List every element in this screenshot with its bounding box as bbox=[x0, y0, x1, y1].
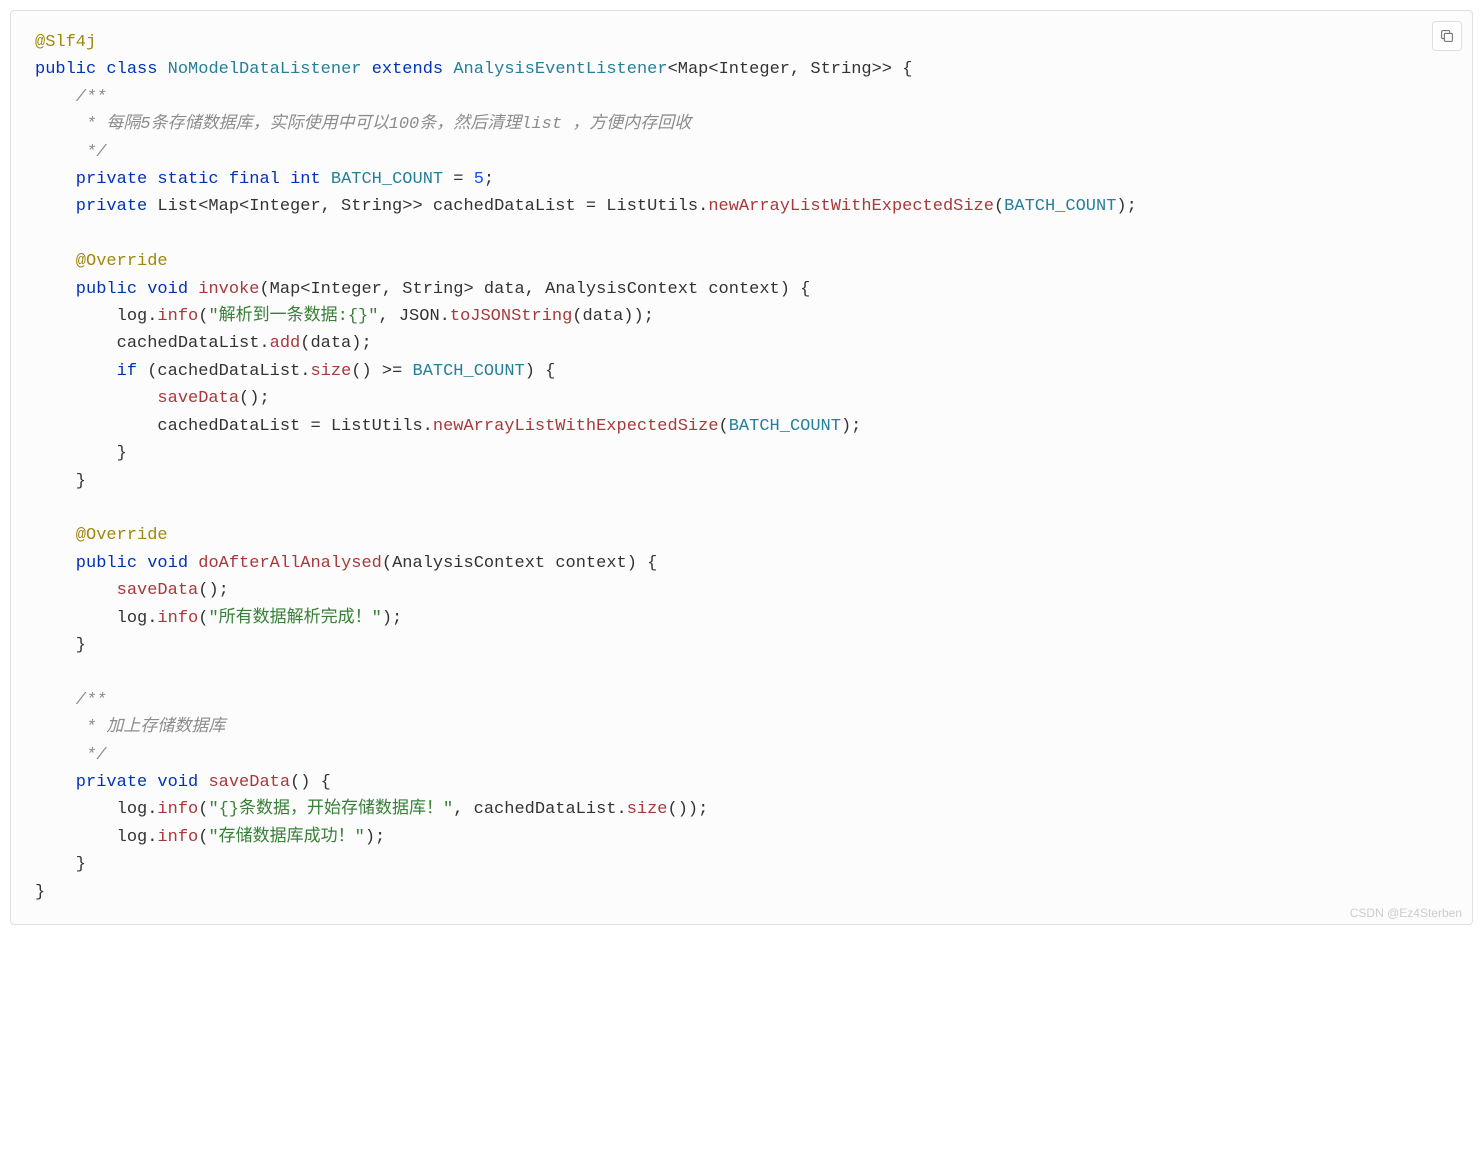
watermark: CSDN @Ez4Sterben bbox=[1350, 906, 1462, 920]
code-token: BATCH_COUNT bbox=[413, 362, 525, 381]
code-token: } bbox=[35, 636, 86, 655]
code-token: saveData bbox=[117, 581, 199, 600]
code-token: saveData bbox=[208, 773, 290, 792]
code-token: public bbox=[35, 280, 137, 299]
code-token: ( bbox=[198, 828, 208, 847]
code-token: (cachedDataList. bbox=[137, 362, 310, 381]
code-token: , JSON. bbox=[378, 307, 449, 326]
code-token: */ bbox=[35, 143, 106, 162]
code-token: ( bbox=[198, 307, 208, 326]
code-token: log. bbox=[35, 307, 157, 326]
code-token: @Override bbox=[35, 252, 168, 271]
code-token: "所有数据解析完成！" bbox=[208, 609, 381, 628]
code-token: size bbox=[627, 800, 668, 819]
code-token: if bbox=[117, 362, 137, 381]
copy-button[interactable] bbox=[1432, 21, 1462, 51]
code-token: BATCH_COUNT bbox=[331, 170, 443, 189]
code-token: (); bbox=[198, 581, 229, 600]
code-token: } bbox=[35, 444, 127, 463]
code-token: (AnalysisContext context) { bbox=[382, 554, 657, 573]
code-token: } bbox=[35, 472, 86, 491]
code-token: BATCH_COUNT bbox=[1004, 197, 1116, 216]
code-token: void bbox=[147, 554, 188, 573]
code-token: private bbox=[35, 170, 147, 189]
code-token: * 每隔5条存储数据库，实际使用中可以100条，然后清理list ，方便内存回收 bbox=[35, 115, 691, 134]
code-token: AnalysisEventListener bbox=[453, 60, 667, 79]
code-token: void bbox=[157, 773, 198, 792]
code-token: */ bbox=[35, 746, 106, 765]
code-token: newArrayListWithExpectedSize bbox=[708, 197, 994, 216]
code-token: cachedDataList = ListUtils. bbox=[35, 417, 433, 436]
code-token: = bbox=[443, 170, 474, 189]
code-token: @Override bbox=[35, 526, 168, 545]
code-token: log. bbox=[35, 609, 157, 628]
code-token: <Map<Integer, String>> { bbox=[668, 60, 913, 79]
code-token: ( bbox=[994, 197, 1004, 216]
code-token: ()); bbox=[668, 800, 709, 819]
code-token: (data)); bbox=[572, 307, 654, 326]
code-token: private bbox=[35, 197, 147, 216]
code-token: /** bbox=[35, 691, 106, 710]
code-token: info bbox=[157, 307, 198, 326]
code-token: newArrayListWithExpectedSize bbox=[433, 417, 719, 436]
code-token bbox=[35, 389, 157, 408]
code-token: * 加上存储数据库 bbox=[35, 718, 225, 737]
code-token: toJSONString bbox=[450, 307, 572, 326]
code-token: ; bbox=[484, 170, 494, 189]
code-token: } bbox=[35, 855, 86, 874]
code-token: (); bbox=[239, 389, 270, 408]
code-token: size bbox=[310, 362, 351, 381]
code-token: void bbox=[147, 280, 188, 299]
code-token: , cachedDataList. bbox=[453, 800, 626, 819]
code-token: info bbox=[157, 609, 198, 628]
code-token: "存储数据库成功！" bbox=[208, 828, 364, 847]
code-content: @Slf4j public class NoModelDataListener … bbox=[35, 29, 1448, 906]
code-token: info bbox=[157, 800, 198, 819]
code-token: class bbox=[106, 60, 157, 79]
code-token: info bbox=[157, 828, 198, 847]
code-token: saveData bbox=[157, 389, 239, 408]
code-token: BATCH_COUNT bbox=[729, 417, 841, 436]
code-token: 5 bbox=[474, 170, 484, 189]
code-token: ); bbox=[841, 417, 861, 436]
code-token: add bbox=[270, 334, 301, 353]
code-token: invoke bbox=[198, 280, 259, 299]
code-token: "{}条数据，开始存储数据库！" bbox=[208, 800, 453, 819]
code-token: doAfterAllAnalysed bbox=[198, 554, 382, 573]
code-token: NoModelDataListener bbox=[168, 60, 362, 79]
code-token: ); bbox=[382, 609, 402, 628]
code-token: } bbox=[35, 883, 45, 902]
code-token: log. bbox=[35, 828, 157, 847]
code-token: extends bbox=[372, 60, 443, 79]
code-token: (Map<Integer, String> data, AnalysisCont… bbox=[259, 280, 810, 299]
code-token: (data); bbox=[300, 334, 371, 353]
code-token bbox=[35, 581, 117, 600]
code-token: log. bbox=[35, 800, 157, 819]
copy-icon bbox=[1439, 28, 1455, 44]
code-token: "解析到一条数据:{}" bbox=[208, 307, 378, 326]
code-token: ( bbox=[198, 800, 208, 819]
code-token: ) { bbox=[525, 362, 556, 381]
code-token: public bbox=[35, 554, 137, 573]
code-token: List<Map<Integer, String>> cachedDataLis… bbox=[147, 197, 708, 216]
code-block: @Slf4j public class NoModelDataListener … bbox=[10, 10, 1473, 925]
code-token: @Slf4j bbox=[35, 33, 96, 52]
code-token: ); bbox=[365, 828, 385, 847]
code-token: cachedDataList. bbox=[35, 334, 270, 353]
code-token: private bbox=[35, 773, 147, 792]
code-token: static bbox=[157, 170, 218, 189]
code-token: /** bbox=[35, 88, 106, 107]
code-token: ); bbox=[1116, 197, 1136, 216]
code-token: ( bbox=[198, 609, 208, 628]
code-token: () >= bbox=[351, 362, 412, 381]
code-token: ( bbox=[719, 417, 729, 436]
code-token: final bbox=[229, 170, 280, 189]
code-token: int bbox=[290, 170, 321, 189]
code-token: () { bbox=[290, 773, 331, 792]
code-token: public bbox=[35, 60, 96, 79]
code-token bbox=[35, 362, 117, 381]
